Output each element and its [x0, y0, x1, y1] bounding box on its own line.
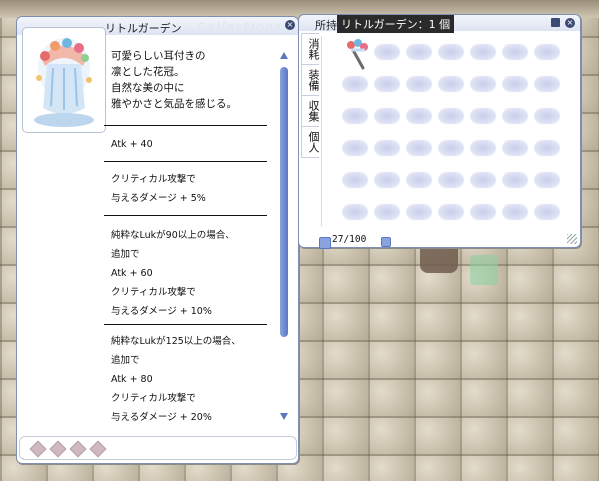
attribute-line: Atk + 40 — [111, 139, 153, 150]
inventory-slot[interactable] — [438, 140, 464, 156]
item-name-title: リトルガーデン — [105, 22, 182, 35]
scroll-down-arrow-icon[interactable] — [279, 411, 289, 421]
inventory-slot[interactable] — [406, 204, 432, 220]
inventory-slot[interactable] — [534, 140, 560, 156]
inventory-slot[interactable] — [438, 76, 464, 92]
inventory-hover-tooltip: リトルガーデン：1 個 — [337, 15, 455, 33]
minimize-button[interactable] — [551, 18, 560, 27]
weight-icon — [319, 237, 331, 249]
attribute-line: 与えるダメージ + 10% — [111, 306, 212, 317]
inventory-slot[interactable] — [470, 140, 496, 156]
inventory-slot[interactable] — [534, 172, 560, 188]
separator-line — [104, 125, 267, 126]
inventory-slot[interactable] — [534, 44, 560, 60]
separator-line — [104, 215, 267, 216]
inventory-slot[interactable] — [374, 204, 400, 220]
inventory-slot[interactable] — [534, 76, 560, 92]
attribute-line: 追加で — [111, 249, 140, 260]
lock-icon[interactable] — [381, 237, 391, 247]
inventory-slot[interactable] — [502, 108, 528, 124]
tab-collection[interactable]: 収集 — [301, 95, 320, 127]
separator-line — [104, 161, 267, 162]
inventory-slot[interactable] — [438, 204, 464, 220]
item-flavor-text: 可愛らしい耳付きの 凛とした花冠。 自然な美の中に 雅やかさと気品を感じる。 — [111, 48, 281, 112]
inventory-slot[interactable] — [342, 76, 368, 92]
inventory-slot[interactable] — [342, 204, 368, 220]
attribute-line: 追加で — [111, 355, 140, 366]
attribute-line: クリティカル攻撃で — [111, 393, 196, 404]
inventory-slot[interactable] — [534, 108, 560, 124]
inventory-slot[interactable] — [534, 204, 560, 220]
description-scrollbar[interactable] — [279, 51, 289, 421]
inventory-slot[interactable] — [406, 140, 432, 156]
inventory-slot[interactable] — [374, 44, 400, 60]
inventory-slot[interactable] — [438, 108, 464, 124]
close-button[interactable]: × — [285, 20, 295, 30]
inventory-slot[interactable] — [406, 108, 432, 124]
inventory-slot[interactable] — [342, 108, 368, 124]
flavor-line: 自然な美の中に — [111, 82, 185, 94]
collections-watermark: Collections — [197, 20, 283, 34]
item-description-window: リトルガーデン Collections × 可愛らしい耳付きの 凛とした花冠。 … — [16, 16, 299, 464]
card-slot-bar — [19, 436, 297, 460]
attribute-line: Atk + 60 — [111, 268, 153, 279]
inventory-titlebar[interactable]: 所持 リトルガーデン：1 個 × — [299, 15, 580, 33]
inventory-slot[interactable] — [470, 204, 496, 220]
resize-grip-icon[interactable] — [567, 234, 577, 244]
inventory-slot[interactable] — [502, 76, 528, 92]
attribute-line: 純粋なLukが125以上の場合、 — [111, 336, 241, 347]
inventory-slot[interactable] — [342, 140, 368, 156]
attribute-line: 与えるダメージ + 5% — [111, 193, 206, 204]
scrollbar-thumb[interactable] — [280, 67, 288, 337]
background-grass-patch — [470, 255, 498, 285]
attribute-line: 純粋なLukが90以上の場合、 — [111, 230, 235, 241]
inventory-slot[interactable] — [502, 172, 528, 188]
inventory-weight: 27/100 — [332, 234, 367, 245]
inventory-slot[interactable] — [342, 172, 368, 188]
inventory-slot[interactable] — [470, 172, 496, 188]
tab-consumables[interactable]: 消耗 — [301, 33, 320, 65]
inventory-slot[interactable] — [406, 44, 432, 60]
inventory-window: 所持 リトルガーデン：1 個 × 消耗 装備 収集 個人 27/100 — [298, 14, 581, 249]
little-garden-item-icon[interactable] — [341, 38, 375, 72]
separator-line — [104, 324, 267, 325]
inventory-slot[interactable] — [438, 44, 464, 60]
inventory-slot[interactable] — [406, 172, 432, 188]
attribute-line: Atk + 80 — [111, 374, 153, 385]
inventory-slot[interactable] — [374, 172, 400, 188]
close-button[interactable]: × — [565, 18, 575, 28]
inventory-slot[interactable] — [374, 140, 400, 156]
card-slot[interactable] — [69, 440, 87, 458]
inventory-title: 所持 — [315, 19, 337, 32]
card-slot[interactable] — [89, 440, 107, 458]
inventory-tabs: 消耗 装備 収集 個人 — [301, 33, 320, 243]
inventory-slot[interactable] — [438, 172, 464, 188]
card-slot[interactable] — [29, 440, 47, 458]
inventory-slot[interactable] — [374, 108, 400, 124]
attribute-block: 純粋なLukが90以上の場合、 追加で Atk + 60 クリティカル攻撃で 与… — [111, 226, 281, 321]
tab-personal[interactable]: 個人 — [301, 126, 320, 158]
flavor-line: 雅やかさと気品を感じる。 — [111, 98, 237, 110]
scroll-up-arrow-icon[interactable] — [279, 51, 289, 61]
attribute-block: 純粋なLukが125以上の場合、 追加で Atk + 80 クリティカル攻撃で … — [111, 332, 281, 427]
inventory-slot[interactable] — [470, 76, 496, 92]
attribute-block: Atk + 40 — [111, 135, 281, 154]
flavor-line: 凛とした花冠。 — [111, 66, 185, 78]
tab-equipment[interactable]: 装備 — [301, 64, 320, 96]
inventory-slot[interactable] — [374, 76, 400, 92]
inventory-slot[interactable] — [502, 204, 528, 220]
card-slot[interactable] — [49, 440, 67, 458]
attribute-line: 与えるダメージ + 20% — [111, 412, 212, 423]
attribute-line: クリティカル攻撃で — [111, 287, 196, 298]
attribute-line: クリティカル攻撃で — [111, 174, 196, 185]
inventory-slot[interactable] — [406, 76, 432, 92]
flavor-line: 可愛らしい耳付きの — [111, 50, 206, 62]
inventory-slot[interactable] — [502, 140, 528, 156]
attribute-block: クリティカル攻撃で 与えるダメージ + 5% — [111, 170, 281, 208]
inventory-slot[interactable] — [470, 108, 496, 124]
inventory-slot[interactable] — [470, 44, 496, 60]
item-illustration — [22, 27, 106, 133]
inventory-slot[interactable] — [502, 44, 528, 60]
